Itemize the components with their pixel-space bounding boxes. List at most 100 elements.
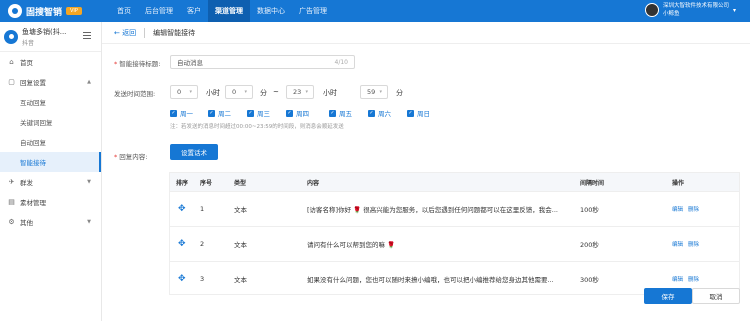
char-count: 4/10 xyxy=(334,58,348,66)
chevron-up-icon: ▲ xyxy=(87,79,91,85)
chevron-down-icon: ▾ xyxy=(244,89,247,95)
sidebar-item-other[interactable]: ⚙ 其他 ▼ xyxy=(0,212,101,232)
weekday-sun-checkbox[interactable]: ✓ 周日 xyxy=(407,108,430,118)
row-content: 请问有什么可以帮到您的嘛 🌹 xyxy=(307,241,396,249)
cancel-button[interactable]: 取消 xyxy=(692,288,740,304)
topnav-ads[interactable]: 广告管理 xyxy=(292,0,334,22)
shop-platform: 抖音 xyxy=(22,39,35,47)
col-header-sort: 排序 xyxy=(176,179,189,187)
row-content: 如果没有什么问题，您也可以随时来撩小编哦，也可以把小编推荐给您身边其他需要... xyxy=(307,276,554,284)
user-name: 小鲸鱼 xyxy=(662,11,680,17)
start-minute-select[interactable]: 0 ▾ xyxy=(225,85,253,99)
page-title: 编辑智能接待 xyxy=(153,28,196,37)
back-link[interactable]: ← 返回 xyxy=(114,28,136,38)
gear-icon: ⚙ xyxy=(8,217,15,226)
minute-unit: 分 xyxy=(260,89,267,97)
row-index: 3 xyxy=(200,275,205,283)
row-interval: 300秒 xyxy=(580,276,599,284)
col-header-content: 内容 xyxy=(307,179,320,187)
weekday-sat-checkbox[interactable]: ✓ 周六 xyxy=(368,108,391,118)
shop-switcher[interactable]: 鱼塘多销(抖... 抖音 xyxy=(0,22,101,52)
time-range-label: 发送时间范围: xyxy=(114,90,156,98)
col-header-actions: 操作 xyxy=(672,179,685,187)
row-index: 2 xyxy=(200,240,205,248)
start-hour-select[interactable]: 0 ▾ xyxy=(170,85,198,99)
top-nav: 首页 后台管理 客户 渠道管理 数据中心 广告管理 xyxy=(110,0,334,22)
minute-unit: 分 xyxy=(396,89,403,97)
logo-icon xyxy=(8,4,22,18)
menu-icon[interactable] xyxy=(83,32,91,39)
topnav-channels[interactable]: 渠道管理 xyxy=(208,0,250,22)
topnav-home[interactable]: 首页 xyxy=(110,0,138,22)
sidebar-item-label: 回复设置 xyxy=(20,79,46,87)
weekday-thu-checkbox[interactable]: ✓ 周四 xyxy=(286,108,309,118)
delete-link[interactable]: 删除 xyxy=(688,275,699,283)
hour-unit: 小时 xyxy=(323,89,337,97)
topnav-customers[interactable]: 客户 xyxy=(180,0,208,22)
topnav-admin[interactable]: 后台管理 xyxy=(138,0,180,22)
sidebar: 鱼塘多销(抖... 抖音 ⌂ 首页 ▢ 回复设置 ▲ 互动回复 关键词回复 自动… xyxy=(0,22,102,321)
delete-link[interactable]: 删除 xyxy=(688,205,699,213)
divider xyxy=(144,27,146,38)
sidebar-item-auto-reply[interactable]: 自动回复 xyxy=(0,132,101,152)
avatar xyxy=(644,3,659,17)
logo-text: 固搜智销 xyxy=(26,7,63,18)
sidebar-item-home[interactable]: ⌂ 首页 xyxy=(0,52,101,72)
reply-content-label: * 回复内容: xyxy=(114,153,148,161)
reply-table: 排序 序号 类型 内容 间隔时间 操作 ✥ 1 文本 [访客名称]你好 🌹 很高… xyxy=(169,172,740,295)
weekday-mon-checkbox[interactable]: ✓ 周一 xyxy=(170,108,193,118)
edit-link[interactable]: 编辑 xyxy=(672,275,683,283)
row-interval: 100秒 xyxy=(580,206,599,214)
brand-logo[interactable]: 固搜智销 VIP xyxy=(0,4,110,18)
hour-unit: 小时 xyxy=(206,89,220,97)
row-type: 文本 xyxy=(234,241,247,249)
sidebar-item-broadcast[interactable]: ✈ 群发 ▼ xyxy=(0,172,101,192)
row-index: 1 xyxy=(200,205,205,213)
sidebar-item-label: 素材管理 xyxy=(20,199,46,207)
col-header-index: 序号 xyxy=(200,179,213,187)
chevron-down-icon: ▾ xyxy=(379,89,382,95)
main-content: ← 返回 编辑智能接待 * 智能接待标题: 自动消息 4/10 发送时间范围: 0… xyxy=(102,22,750,321)
sidebar-item-keyword-reply[interactable]: 关键词回复 xyxy=(0,112,101,132)
table-header: 排序 序号 类型 内容 间隔时间 操作 xyxy=(170,173,739,191)
chevron-down-icon: ▾ xyxy=(305,89,308,95)
end-hour-select[interactable]: 23 ▾ xyxy=(286,85,314,99)
save-button[interactable]: 保存 xyxy=(644,288,692,304)
chevron-down-icon: ▾ xyxy=(189,89,192,95)
send-icon: ✈ xyxy=(8,177,15,186)
shop-icon xyxy=(4,29,18,44)
sidebar-item-interactive-reply[interactable]: 互动回复 xyxy=(0,92,101,112)
edit-link[interactable]: 编辑 xyxy=(672,240,683,248)
col-header-interval: 间隔时间 xyxy=(580,179,605,187)
vip-badge: VIP xyxy=(66,7,82,15)
breadcrumb: ← 返回 编辑智能接待 xyxy=(102,22,750,44)
weekday-wed-checkbox[interactable]: ✓ 周三 xyxy=(247,108,270,118)
row-type: 文本 xyxy=(234,206,247,214)
weekday-fri-checkbox[interactable]: ✓ 周五 xyxy=(329,108,352,118)
end-minute-select[interactable]: 59 ▾ xyxy=(360,85,388,99)
table-row: ✥ 1 文本 [访客名称]你好 🌹 很高兴能为您服务，以后您遇到任何问题都可以在… xyxy=(170,191,739,226)
sidebar-item-materials[interactable]: ▤ 素材管理 xyxy=(0,192,101,212)
topnav-data-center[interactable]: 数据中心 xyxy=(250,0,292,22)
chevron-down-icon: ▼ xyxy=(87,179,91,185)
table-row: ✥ 2 文本 请问有什么可以帮到您的嘛 🌹 200秒 编辑 删除 xyxy=(170,226,739,261)
top-bar: 固搜智销 VIP 首页 后台管理 客户 渠道管理 数据中心 广告管理 深圳大智软… xyxy=(0,0,750,22)
edit-link[interactable]: 编辑 xyxy=(672,205,683,213)
set-script-button[interactable]: 设置话术 xyxy=(170,144,218,160)
title-input[interactable]: 自动消息 4/10 xyxy=(170,55,355,69)
delete-link[interactable]: 删除 xyxy=(688,240,699,248)
col-header-type: 类型 xyxy=(234,179,247,187)
user-menu[interactable]: 深圳大智软件技术有限公司 小鲸鱼 ▾ xyxy=(644,2,736,18)
weekday-tue-checkbox[interactable]: ✓ 周二 xyxy=(208,108,231,118)
sidebar-item-label: 其他 xyxy=(20,219,33,227)
drag-handle-icon[interactable]: ✥ xyxy=(178,192,186,226)
drag-handle-icon[interactable]: ✥ xyxy=(178,227,186,261)
sidebar-item-smart-reception[interactable]: 智能接待 xyxy=(0,152,101,172)
chevron-down-icon: ▾ xyxy=(732,6,736,14)
folder-icon: ▤ xyxy=(8,197,15,206)
sidebar-item-reply-settings[interactable]: ▢ 回复设置 ▲ xyxy=(0,72,101,92)
chevron-down-icon: ▼ xyxy=(87,219,91,225)
shop-name: 鱼塘多销(抖... xyxy=(22,27,67,36)
sidebar-item-label: 首页 xyxy=(20,59,33,67)
drag-handle-icon[interactable]: ✥ xyxy=(178,262,186,296)
